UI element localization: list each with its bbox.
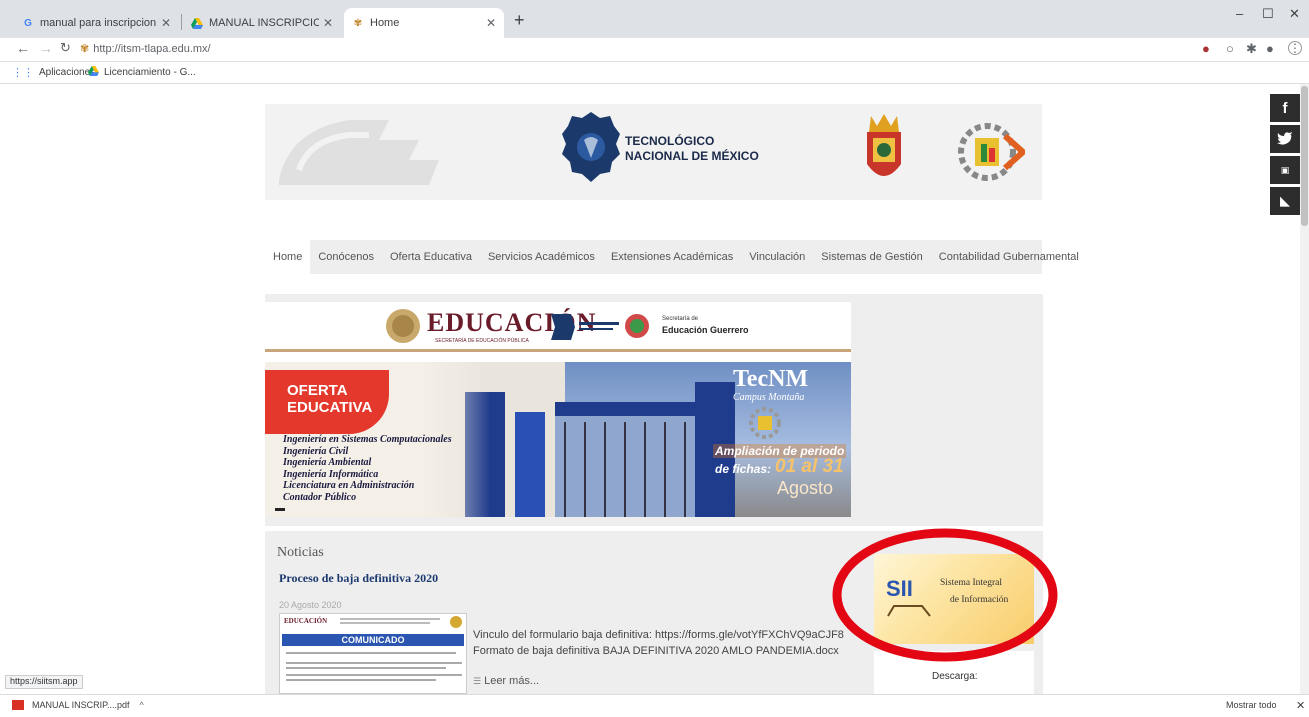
campus-building-image xyxy=(465,382,735,517)
social-bar: f ▣ ◣ xyxy=(1270,94,1300,218)
main-menu: Home Conócenos Oferta Educativa Servicio… xyxy=(265,240,1079,274)
bookmark-licenciamiento[interactable]: Licenciamiento - G... xyxy=(88,66,196,79)
sep-subtitle: SECRETARÍA DE EDUCACIÓN PÚBLICA xyxy=(435,338,529,344)
news-headline[interactable]: Proceso de baja definitiva 2020 xyxy=(279,571,438,586)
sii-underline-icon xyxy=(887,605,931,617)
itsm-icon: ✾ xyxy=(353,17,363,29)
youtube-icon[interactable]: ▣ xyxy=(1270,156,1300,184)
bookmark-aplicaciones[interactable]: ⋮⋮ Aplicaciones xyxy=(12,66,95,79)
itsm-logo-icon xyxy=(958,123,1025,181)
site-icon: ✾ xyxy=(80,43,90,55)
sii-line1: Sistema Integral xyxy=(940,578,1002,588)
page-content: TECNOLÓGICO NACIONAL DE MÉXICO Home Conó… xyxy=(0,84,1309,694)
back-icon[interactable]: ← xyxy=(16,40,30,56)
drive-icon xyxy=(88,66,99,79)
google-icon: G xyxy=(24,17,32,29)
rss-icon[interactable]: ◣ xyxy=(1270,187,1300,215)
chevron-up-icon[interactable]: ^ xyxy=(140,700,144,710)
address-bar[interactable]: ✾ http://itsm-tlapa.edu.mx/ xyxy=(80,42,211,55)
lens-icon[interactable]: ○ xyxy=(1226,41,1234,56)
site-header: TECNOLÓGICO NACIONAL DE MÉXICO xyxy=(265,104,1042,200)
fichas-dates: 01 al 31 xyxy=(775,456,844,477)
drive-icon xyxy=(191,17,203,29)
list-icon: ☰ xyxy=(473,676,482,686)
status-url: https://siitsm.app xyxy=(5,675,83,689)
guerrero-shield-icon xyxy=(867,114,901,176)
forward-icon[interactable]: → xyxy=(39,40,53,56)
close-window-icon[interactable]: ✕ xyxy=(1289,6,1300,22)
oferta-label: OFERTA EDUCATIVA xyxy=(265,370,389,434)
facebook-icon[interactable]: f xyxy=(1270,94,1300,122)
extension-icon[interactable]: ● xyxy=(1202,41,1210,56)
puzzle-icon[interactable]: ✱ xyxy=(1246,41,1257,57)
news-section: Noticias Proceso de baja definitiva 2020… xyxy=(265,531,1043,694)
maximize-icon[interactable]: ☐ xyxy=(1262,6,1274,22)
download-item[interactable]: MANUAL INSCRIP....pdf ^ xyxy=(12,700,144,710)
menu-item-vinculacion[interactable]: Vinculación xyxy=(741,251,813,263)
banner-logo-strip: EDUCACIÓN SECRETARÍA DE EDUCACIÓN PÚBLIC… xyxy=(265,302,851,352)
news-section-title: Noticias xyxy=(277,545,324,560)
menu-item-contabilidad[interactable]: Contabilidad Gubernamental xyxy=(931,251,1087,263)
carousel-indicator[interactable] xyxy=(275,508,285,511)
tab-manual-inscripcion[interactable]: MANUAL INSCRIPCION ALUMNI ✕ xyxy=(183,8,341,38)
download-card[interactable]: Descarga: xyxy=(874,651,1034,694)
close-tab-icon[interactable]: ✕ xyxy=(486,16,496,30)
sii-card[interactable]: SII Sistema Integral de Información xyxy=(874,554,1034,644)
sii-abbr: SII xyxy=(886,576,913,601)
show-all-button[interactable]: Mostrar todo xyxy=(1226,700,1277,710)
aztec-emblem-watermark xyxy=(279,120,439,185)
menu-item-conocenos[interactable]: Conócenos xyxy=(310,251,382,263)
reload-icon[interactable]: ↻ xyxy=(60,40,71,56)
news-body: Vinculo del formulario baja definitiva: … xyxy=(473,629,844,657)
pdf-icon xyxy=(12,700,24,710)
comunicado-header: COMUNICADO xyxy=(282,634,464,646)
comunicado-thumbnail[interactable]: EDUCACIÓN COMUNICADO xyxy=(279,613,467,694)
page-scrollbar[interactable] xyxy=(1300,84,1309,694)
menu-item-oferta-educativa[interactable]: Oferta Educativa xyxy=(382,251,480,263)
guerrero-small: Secretaría de xyxy=(662,316,699,322)
tecnm-small-logo-icon xyxy=(551,314,619,340)
tecnm-banner-title: TecNM xyxy=(733,366,809,392)
fichas-label: de fichas: xyxy=(715,462,772,476)
sii-line2: de Información xyxy=(950,595,1009,605)
main-section: EDUCACIÓN SECRETARÍA DE EDUCACIÓN PÚBLIC… xyxy=(265,294,1043,526)
close-tab-icon[interactable]: ✕ xyxy=(161,16,171,30)
fichas-mes: Agosto xyxy=(777,478,834,498)
campus-montana: Campus Montaña xyxy=(733,392,805,403)
banner-photo: OFERTA EDUCATIVA Ingeniería en Sistemas … xyxy=(265,362,851,517)
news-date: 20 Agosto 2020 xyxy=(279,600,342,610)
new-tab-button[interactable]: + xyxy=(514,10,525,30)
apps-grid-icon: ⋮⋮ xyxy=(12,67,34,79)
tecnm-logo-icon xyxy=(562,112,620,182)
sep-seal-icon xyxy=(386,309,420,343)
menu-item-home[interactable]: Home xyxy=(265,240,311,274)
menu-icon[interactable]: ⋮ xyxy=(1288,41,1302,55)
tab-google-search[interactable]: G manual para inscripcion SII - Bus ✕ xyxy=(14,8,179,38)
read-more-link[interactable]: ☰ Leer más... xyxy=(473,675,539,687)
itsm-mini-logo-icon xyxy=(749,407,781,439)
guerrero-logo-icon xyxy=(625,314,649,338)
menu-item-extensiones-academicas[interactable]: Extensiones Académicas xyxy=(603,251,741,263)
menu-item-sistemas-gestion[interactable]: Sistemas de Gestión xyxy=(813,251,931,263)
close-downloads-icon[interactable]: ✕ xyxy=(1296,699,1305,712)
oferta-banner[interactable]: EDUCACIÓN SECRETARÍA DE EDUCACIÓN PÚBLIC… xyxy=(265,302,851,517)
browser-tabstrip: G manual para inscripcion SII - Bus ✕ MA… xyxy=(0,0,1309,38)
descarga-label: Descarga: xyxy=(932,671,978,682)
close-tab-icon[interactable]: ✕ xyxy=(323,16,333,30)
menu-item-servicios-academicos[interactable]: Servicios Académicos xyxy=(480,251,603,263)
bookmarks-bar: ⋮⋮ Aplicaciones Licenciamiento - G... xyxy=(0,62,1309,84)
minimize-icon[interactable]: – xyxy=(1236,6,1243,21)
browser-toolbar: ← → ↻ ✾ http://itsm-tlapa.edu.mx/ ● ○ ✱ ●… xyxy=(0,38,1309,62)
guerrero-text: Educación Guerrero xyxy=(662,325,749,335)
twitter-icon[interactable] xyxy=(1270,125,1300,153)
account-icon[interactable]: ● xyxy=(1266,41,1274,56)
tab-home[interactable]: ✾ Home ✕ xyxy=(344,8,504,38)
carreras-list: Ingeniería en Sistemas Computacionales I… xyxy=(283,434,452,503)
tecnm-logo-text: TECNOLÓGICO NACIONAL DE MÉXICO xyxy=(625,134,759,163)
download-bar: MANUAL INSCRIP....pdf ^ Mostrar todo ✕ xyxy=(0,694,1309,717)
